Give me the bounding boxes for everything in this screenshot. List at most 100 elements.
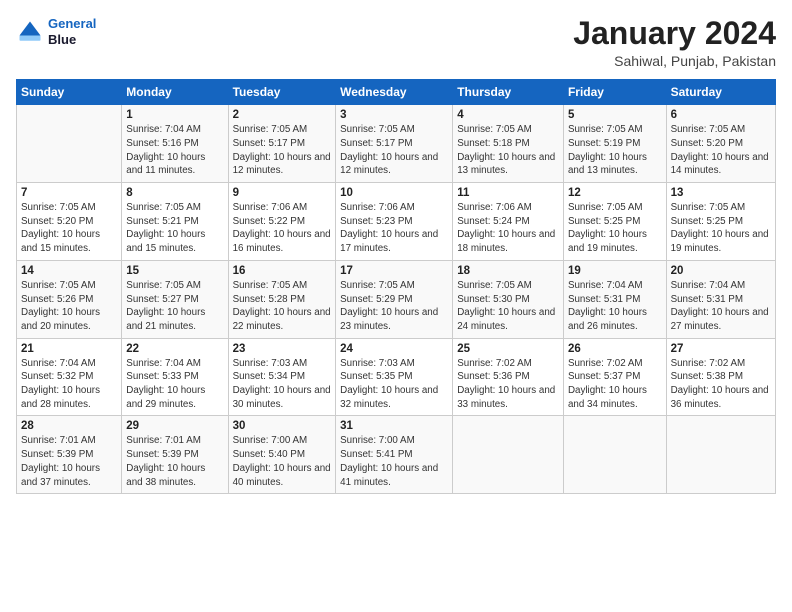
date-number: 15 bbox=[126, 265, 223, 277]
calendar-cell: 21Sunrise: 7:04 AMSunset: 5:32 PMDayligh… bbox=[17, 338, 122, 416]
day-header-wednesday: Wednesday bbox=[336, 80, 453, 105]
date-number: 9 bbox=[233, 187, 332, 199]
date-number: 12 bbox=[568, 187, 662, 199]
date-number: 6 bbox=[671, 109, 771, 121]
calendar-cell: 19 Sunrise: 7:04 AMSunset: 5:31 PMDayligh… bbox=[563, 260, 666, 338]
cell-info: Sunrise: 7:05 AMSunset: 5:20 PMDaylight:… bbox=[21, 201, 117, 256]
calendar-cell bbox=[453, 416, 564, 494]
cell-info: Sunrise: 7:04 AMSunset: 5:32 PMDaylight:… bbox=[21, 357, 117, 412]
cell-info: Sunrise: 7:05 AMSunset: 5:19 PMDaylight:… bbox=[568, 123, 662, 178]
header: General Blue January 2024 Sahiwal, Punja… bbox=[16, 16, 776, 69]
cell-info: Sunrise: 7:04 AMSunset: 5:31 PMDaylight:… bbox=[568, 279, 662, 334]
date-number: 31 bbox=[340, 420, 448, 432]
calendar-table: SundayMondayTuesdayWednesdayThursdayFrid… bbox=[16, 79, 776, 494]
logo: General Blue bbox=[16, 16, 96, 47]
calendar-cell: 4 Sunrise: 7:05 AMSunset: 5:18 PMDaylight… bbox=[453, 105, 564, 183]
day-header-thursday: Thursday bbox=[453, 80, 564, 105]
date-number: 4 bbox=[457, 109, 559, 121]
cell-info: Sunrise: 7:05 AMSunset: 5:29 PMDaylight:… bbox=[340, 279, 448, 334]
cell-info: Sunrise: 7:05 AMSunset: 5:27 PMDaylight:… bbox=[126, 279, 223, 334]
date-number: 10 bbox=[340, 187, 448, 199]
calendar-cell: 25 Sunrise: 7:02 AMSunset: 5:36 PMDayligh… bbox=[453, 338, 564, 416]
title-block: January 2024 Sahiwal, Punjab, Pakistan bbox=[573, 16, 776, 69]
date-number: 23 bbox=[233, 343, 332, 355]
calendar-cell: 26 Sunrise: 7:02 AMSunset: 5:37 PMDayligh… bbox=[563, 338, 666, 416]
calendar-cell: 22 Sunrise: 7:04 AMSunset: 5:33 PMDayligh… bbox=[122, 338, 228, 416]
calendar-cell: 6 Sunrise: 7:05 AMSunset: 5:20 PMDaylight… bbox=[666, 105, 775, 183]
calendar-week-4: 21Sunrise: 7:04 AMSunset: 5:32 PMDayligh… bbox=[17, 338, 776, 416]
cell-info: Sunrise: 7:05 AMSunset: 5:18 PMDaylight:… bbox=[457, 123, 559, 178]
calendar-cell: 16 Sunrise: 7:05 AMSunset: 5:28 PMDayligh… bbox=[228, 260, 336, 338]
cell-info: Sunrise: 7:02 AMSunset: 5:36 PMDaylight:… bbox=[457, 357, 559, 412]
cell-info: Sunrise: 7:05 AMSunset: 5:25 PMDaylight:… bbox=[671, 201, 771, 256]
cell-info: Sunrise: 7:05 AMSunset: 5:21 PMDaylight:… bbox=[126, 201, 223, 256]
date-number: 30 bbox=[233, 420, 332, 432]
cell-info: Sunrise: 7:05 AMSunset: 5:25 PMDaylight:… bbox=[568, 201, 662, 256]
cell-info: Sunrise: 7:06 AMSunset: 5:24 PMDaylight:… bbox=[457, 201, 559, 256]
date-number: 8 bbox=[126, 187, 223, 199]
day-header-saturday: Saturday bbox=[666, 80, 775, 105]
cell-info: Sunrise: 7:04 AMSunset: 5:33 PMDaylight:… bbox=[126, 357, 223, 412]
cell-info: Sunrise: 7:05 AMSunset: 5:28 PMDaylight:… bbox=[233, 279, 332, 334]
date-number: 22 bbox=[126, 343, 223, 355]
cell-info: Sunrise: 7:03 AMSunset: 5:35 PMDaylight:… bbox=[340, 357, 448, 412]
date-number: 16 bbox=[233, 265, 332, 277]
calendar-cell: 30 Sunrise: 7:00 AMSunset: 5:40 PMDayligh… bbox=[228, 416, 336, 494]
cell-info: Sunrise: 7:04 AMSunset: 5:16 PMDaylight:… bbox=[126, 123, 223, 178]
calendar-week-5: 28 Sunrise: 7:01 AMSunset: 5:39 PMDayligh… bbox=[17, 416, 776, 494]
date-number: 13 bbox=[671, 187, 771, 199]
cell-info: Sunrise: 7:05 AMSunset: 5:17 PMDaylight:… bbox=[340, 123, 448, 178]
date-number: 26 bbox=[568, 343, 662, 355]
calendar-cell bbox=[17, 105, 122, 183]
calendar-cell: 20Sunrise: 7:04 AMSunset: 5:31 PMDayligh… bbox=[666, 260, 775, 338]
cell-info: Sunrise: 7:01 AMSunset: 5:39 PMDaylight:… bbox=[126, 434, 223, 489]
cell-info: Sunrise: 7:06 AMSunset: 5:22 PMDaylight:… bbox=[233, 201, 332, 256]
logo-text: General Blue bbox=[48, 16, 96, 47]
calendar-cell: 28Sunrise: 7:01 AMSunset: 5:39 PMDayligh… bbox=[17, 416, 122, 494]
calendar-cell bbox=[666, 416, 775, 494]
date-number: 19 bbox=[568, 265, 662, 277]
date-number: 29 bbox=[126, 420, 223, 432]
calendar-cell: 23 Sunrise: 7:03 AMSunset: 5:34 PMDayligh… bbox=[228, 338, 336, 416]
calendar-week-1: 1 Sunrise: 7:04 AMSunset: 5:16 PMDaylight… bbox=[17, 105, 776, 183]
date-number: 24 bbox=[340, 343, 448, 355]
calendar-cell: 10Sunrise: 7:06 AMSunset: 5:23 PMDayligh… bbox=[336, 183, 453, 261]
cell-info: Sunrise: 7:02 AMSunset: 5:38 PMDaylight:… bbox=[671, 357, 771, 412]
day-header-monday: Monday bbox=[122, 80, 228, 105]
page-container: General Blue January 2024 Sahiwal, Punja… bbox=[0, 0, 792, 502]
calendar-cell: 29 Sunrise: 7:01 AMSunset: 5:39 PMDayligh… bbox=[122, 416, 228, 494]
calendar-cell: 12 Sunrise: 7:05 AMSunset: 5:25 PMDayligh… bbox=[563, 183, 666, 261]
date-number: 25 bbox=[457, 343, 559, 355]
calendar-cell: 24 Sunrise: 7:03 AMSunset: 5:35 PMDayligh… bbox=[336, 338, 453, 416]
calendar-week-2: 7 Sunrise: 7:05 AMSunset: 5:20 PMDaylight… bbox=[17, 183, 776, 261]
calendar-cell: 7 Sunrise: 7:05 AMSunset: 5:20 PMDaylight… bbox=[17, 183, 122, 261]
calendar-cell: 9 Sunrise: 7:06 AMSunset: 5:22 PMDaylight… bbox=[228, 183, 336, 261]
day-header-sunday: Sunday bbox=[17, 80, 122, 105]
calendar-cell: 13 Sunrise: 7:05 AMSunset: 5:25 PMDayligh… bbox=[666, 183, 775, 261]
cell-info: Sunrise: 7:04 AMSunset: 5:31 PMDaylight:… bbox=[671, 279, 771, 334]
calendar-cell: 27 Sunrise: 7:02 AMSunset: 5:38 PMDayligh… bbox=[666, 338, 775, 416]
calendar-cell: 5 Sunrise: 7:05 AMSunset: 5:19 PMDaylight… bbox=[563, 105, 666, 183]
day-header-tuesday: Tuesday bbox=[228, 80, 336, 105]
day-header-friday: Friday bbox=[563, 80, 666, 105]
date-number: 7 bbox=[21, 187, 117, 199]
calendar-cell: 3 Sunrise: 7:05 AMSunset: 5:17 PMDaylight… bbox=[336, 105, 453, 183]
calendar-cell: 15 Sunrise: 7:05 AMSunset: 5:27 PMDayligh… bbox=[122, 260, 228, 338]
calendar-cell: 18 Sunrise: 7:05 AMSunset: 5:30 PMDayligh… bbox=[453, 260, 564, 338]
date-number: 28 bbox=[21, 420, 117, 432]
date-number: 18 bbox=[457, 265, 559, 277]
date-number: 1 bbox=[126, 109, 223, 121]
cell-info: Sunrise: 7:03 AMSunset: 5:34 PMDaylight:… bbox=[233, 357, 332, 412]
cell-info: Sunrise: 7:02 AMSunset: 5:37 PMDaylight:… bbox=[568, 357, 662, 412]
calendar-cell: 31Sunrise: 7:00 AMSunset: 5:41 PMDayligh… bbox=[336, 416, 453, 494]
calendar-cell: 8 Sunrise: 7:05 AMSunset: 5:21 PMDaylight… bbox=[122, 183, 228, 261]
cell-info: Sunrise: 7:05 AMSunset: 5:20 PMDaylight:… bbox=[671, 123, 771, 178]
cell-info: Sunrise: 7:00 AMSunset: 5:40 PMDaylight:… bbox=[233, 434, 332, 489]
date-number: 5 bbox=[568, 109, 662, 121]
cell-info: Sunrise: 7:05 AMSunset: 5:30 PMDaylight:… bbox=[457, 279, 559, 334]
calendar-week-3: 14Sunrise: 7:05 AMSunset: 5:26 PMDayligh… bbox=[17, 260, 776, 338]
calendar-cell: 17Sunrise: 7:05 AMSunset: 5:29 PMDayligh… bbox=[336, 260, 453, 338]
date-number: 2 bbox=[233, 109, 332, 121]
date-number: 27 bbox=[671, 343, 771, 355]
date-number: 3 bbox=[340, 109, 448, 121]
